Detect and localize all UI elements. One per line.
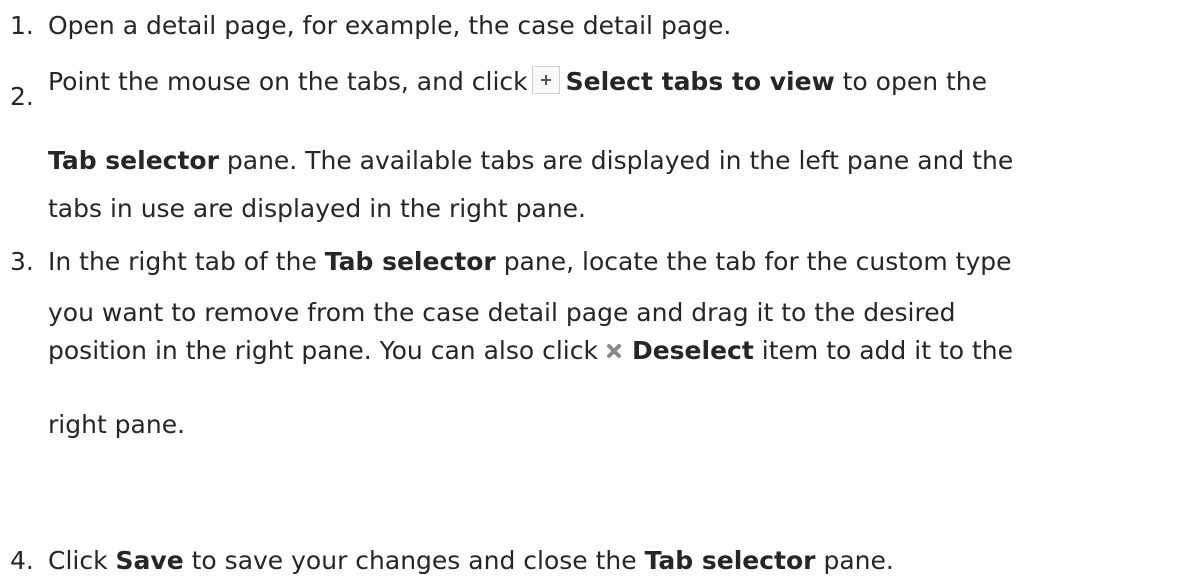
- tab-selector-label: Tab selector: [48, 146, 219, 175]
- step-4-text-c: pane.: [823, 546, 894, 575]
- step-4-text-b: to save your changes and close the: [191, 546, 637, 575]
- step-1-text: Open a detail page, for example, the cas…: [48, 11, 732, 40]
- deselect-label: Deselect: [631, 336, 754, 365]
- step-4-text-a: Click: [48, 546, 108, 575]
- save-label: Save: [115, 546, 184, 575]
- step-3-number: 3.: [10, 247, 34, 276]
- plus-icon: [531, 66, 560, 94]
- step-4-number: 4.: [10, 546, 34, 575]
- step-3-text-d: item to add it to the: [761, 336, 1014, 365]
- step-2-text-c: pane. The available tabs are displayed i…: [226, 146, 1014, 175]
- tab-selector-label: Tab selector: [644, 546, 816, 575]
- instruction-steps: 1. Open a detail page, for example, the …: [0, 0, 1191, 582]
- step-2-line-1: Point the mouse on the tabs, and click Se…: [48, 66, 987, 96]
- step-2-line-2: Tab selector pane. The available tabs ar…: [48, 146, 1013, 175]
- step-3-line-1: In the right tab of the Tab selector pan…: [48, 247, 1012, 276]
- select-tabs-to-view-label: Select tabs to view: [565, 67, 835, 96]
- step-2-text-a: Point the mouse on the tabs, and click: [48, 67, 528, 96]
- tab-selector-label: Tab selector: [324, 247, 496, 276]
- step-3-line-4: right pane.: [48, 410, 186, 439]
- step-2-line-3: tabs in use are displayed in the right p…: [48, 194, 587, 223]
- close-icon: [604, 338, 624, 358]
- step-4-line-1: Click Save to save your changes and clos…: [48, 546, 894, 575]
- step-2-text-b: to open the: [842, 67, 988, 96]
- step-1-number: 1.: [10, 11, 34, 40]
- step-3-line-2: you want to remove from the case detail …: [48, 298, 956, 327]
- step-3-text-a: In the right tab of the: [48, 247, 317, 276]
- step-3-text-b: pane, locate the tab for the custom type: [503, 247, 1012, 276]
- step-3-text-c: position in the right pane. You can also…: [48, 336, 598, 365]
- step-3-line-3: position in the right pane. You can also…: [48, 336, 1013, 365]
- step-2-number: 2.: [10, 82, 34, 111]
